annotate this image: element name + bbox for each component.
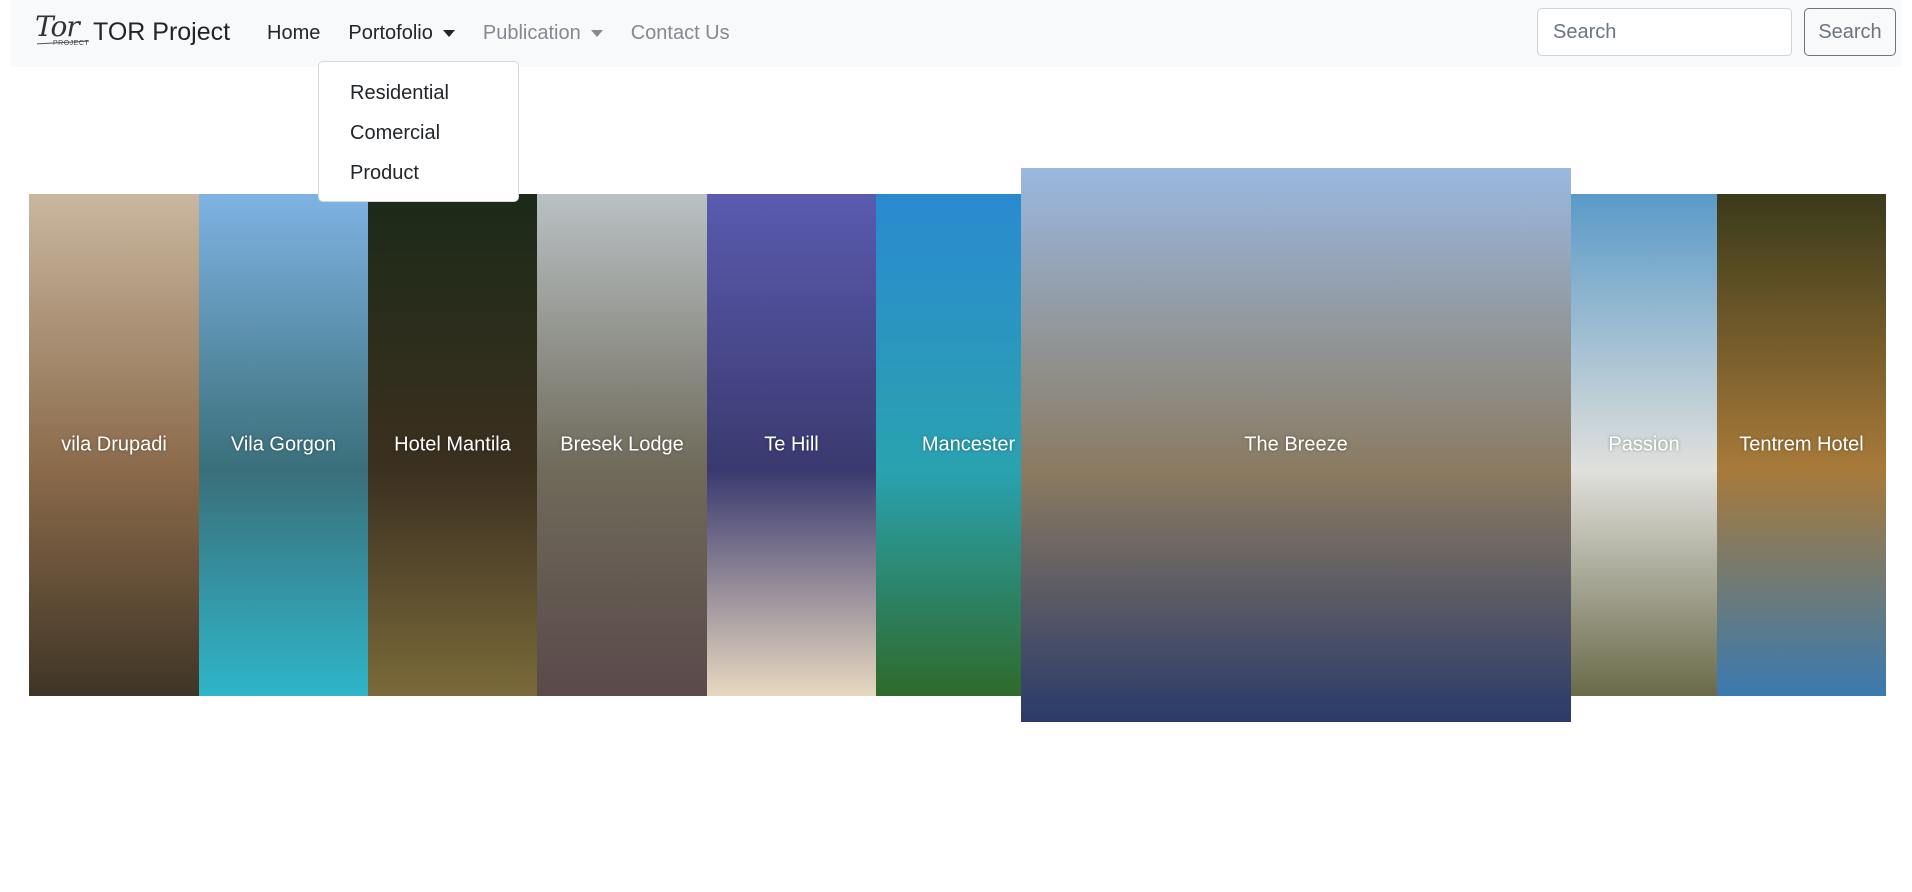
panel-label: The Breeze bbox=[1244, 433, 1348, 456]
gallery-panel-hotel-mantila[interactable]: Hotel Mantila bbox=[368, 194, 537, 696]
gallery-panel-tentrem-hotel[interactable]: Tentrem Hotel bbox=[1717, 194, 1886, 696]
project-gallery: vila Drupadi Vila Gorgon Hotel Mantila B… bbox=[0, 0, 1912, 892]
panel-label: vila Drupadi bbox=[61, 433, 167, 456]
nav-contact[interactable]: Contact Us bbox=[617, 0, 744, 67]
gallery-panel-the-breeze[interactable]: The Breeze bbox=[1021, 168, 1571, 722]
caret-down-icon bbox=[590, 30, 603, 37]
gallery-panel-te-hill[interactable]: Te Hill bbox=[707, 194, 876, 696]
nav-portfolio-dropdown[interactable]: Portofolio bbox=[334, 0, 469, 67]
dropdown-item-residential[interactable]: Residential bbox=[350, 82, 449, 105]
dropdown-item-product[interactable]: Product bbox=[350, 162, 419, 185]
gallery-panel-vila-gorgon[interactable]: Vila Gorgon bbox=[199, 194, 368, 696]
brand-logo: Tor PROJECT bbox=[35, 10, 90, 47]
panel-label: Tentrem Hotel bbox=[1739, 433, 1864, 456]
caret-down-icon bbox=[442, 30, 455, 37]
search-button[interactable]: Search bbox=[1804, 8, 1896, 56]
nav-home[interactable]: Home bbox=[253, 0, 334, 67]
gallery-panel-bresek-lodge[interactable]: Bresek Lodge bbox=[537, 194, 707, 696]
gallery-panel-passion[interactable]: Passion bbox=[1571, 194, 1717, 696]
top-navbar: Tor PROJECT TOR Project Home Portofolio … bbox=[11, 0, 1901, 67]
gallery-panel-mancester[interactable]: Mancester bbox=[876, 194, 1021, 696]
brand-name: TOR Project bbox=[93, 17, 231, 46]
nav-publication-dropdown[interactable]: Publication bbox=[469, 0, 617, 67]
main-nav: Home Portofolio Publication Contact Us bbox=[253, 0, 744, 67]
panel-label: Bresek Lodge bbox=[560, 433, 684, 456]
panel-label: Hotel Mantila bbox=[394, 433, 511, 456]
panel-label: Mancester bbox=[921, 433, 1016, 456]
dropdown-item-comercial[interactable]: Comercial bbox=[350, 122, 440, 145]
gallery-panel-vila-drupadi[interactable]: vila Drupadi bbox=[29, 194, 199, 696]
brand-link[interactable]: Tor PROJECT TOR Project bbox=[33, 10, 231, 52]
panel-label: Te Hill bbox=[764, 433, 819, 456]
panel-label: Vila Gorgon bbox=[230, 433, 337, 456]
search-input[interactable] bbox=[1537, 8, 1792, 56]
panel-label: Passion bbox=[1608, 433, 1680, 456]
portfolio-dropdown-menu: Residential Comercial Product bbox=[318, 61, 519, 202]
